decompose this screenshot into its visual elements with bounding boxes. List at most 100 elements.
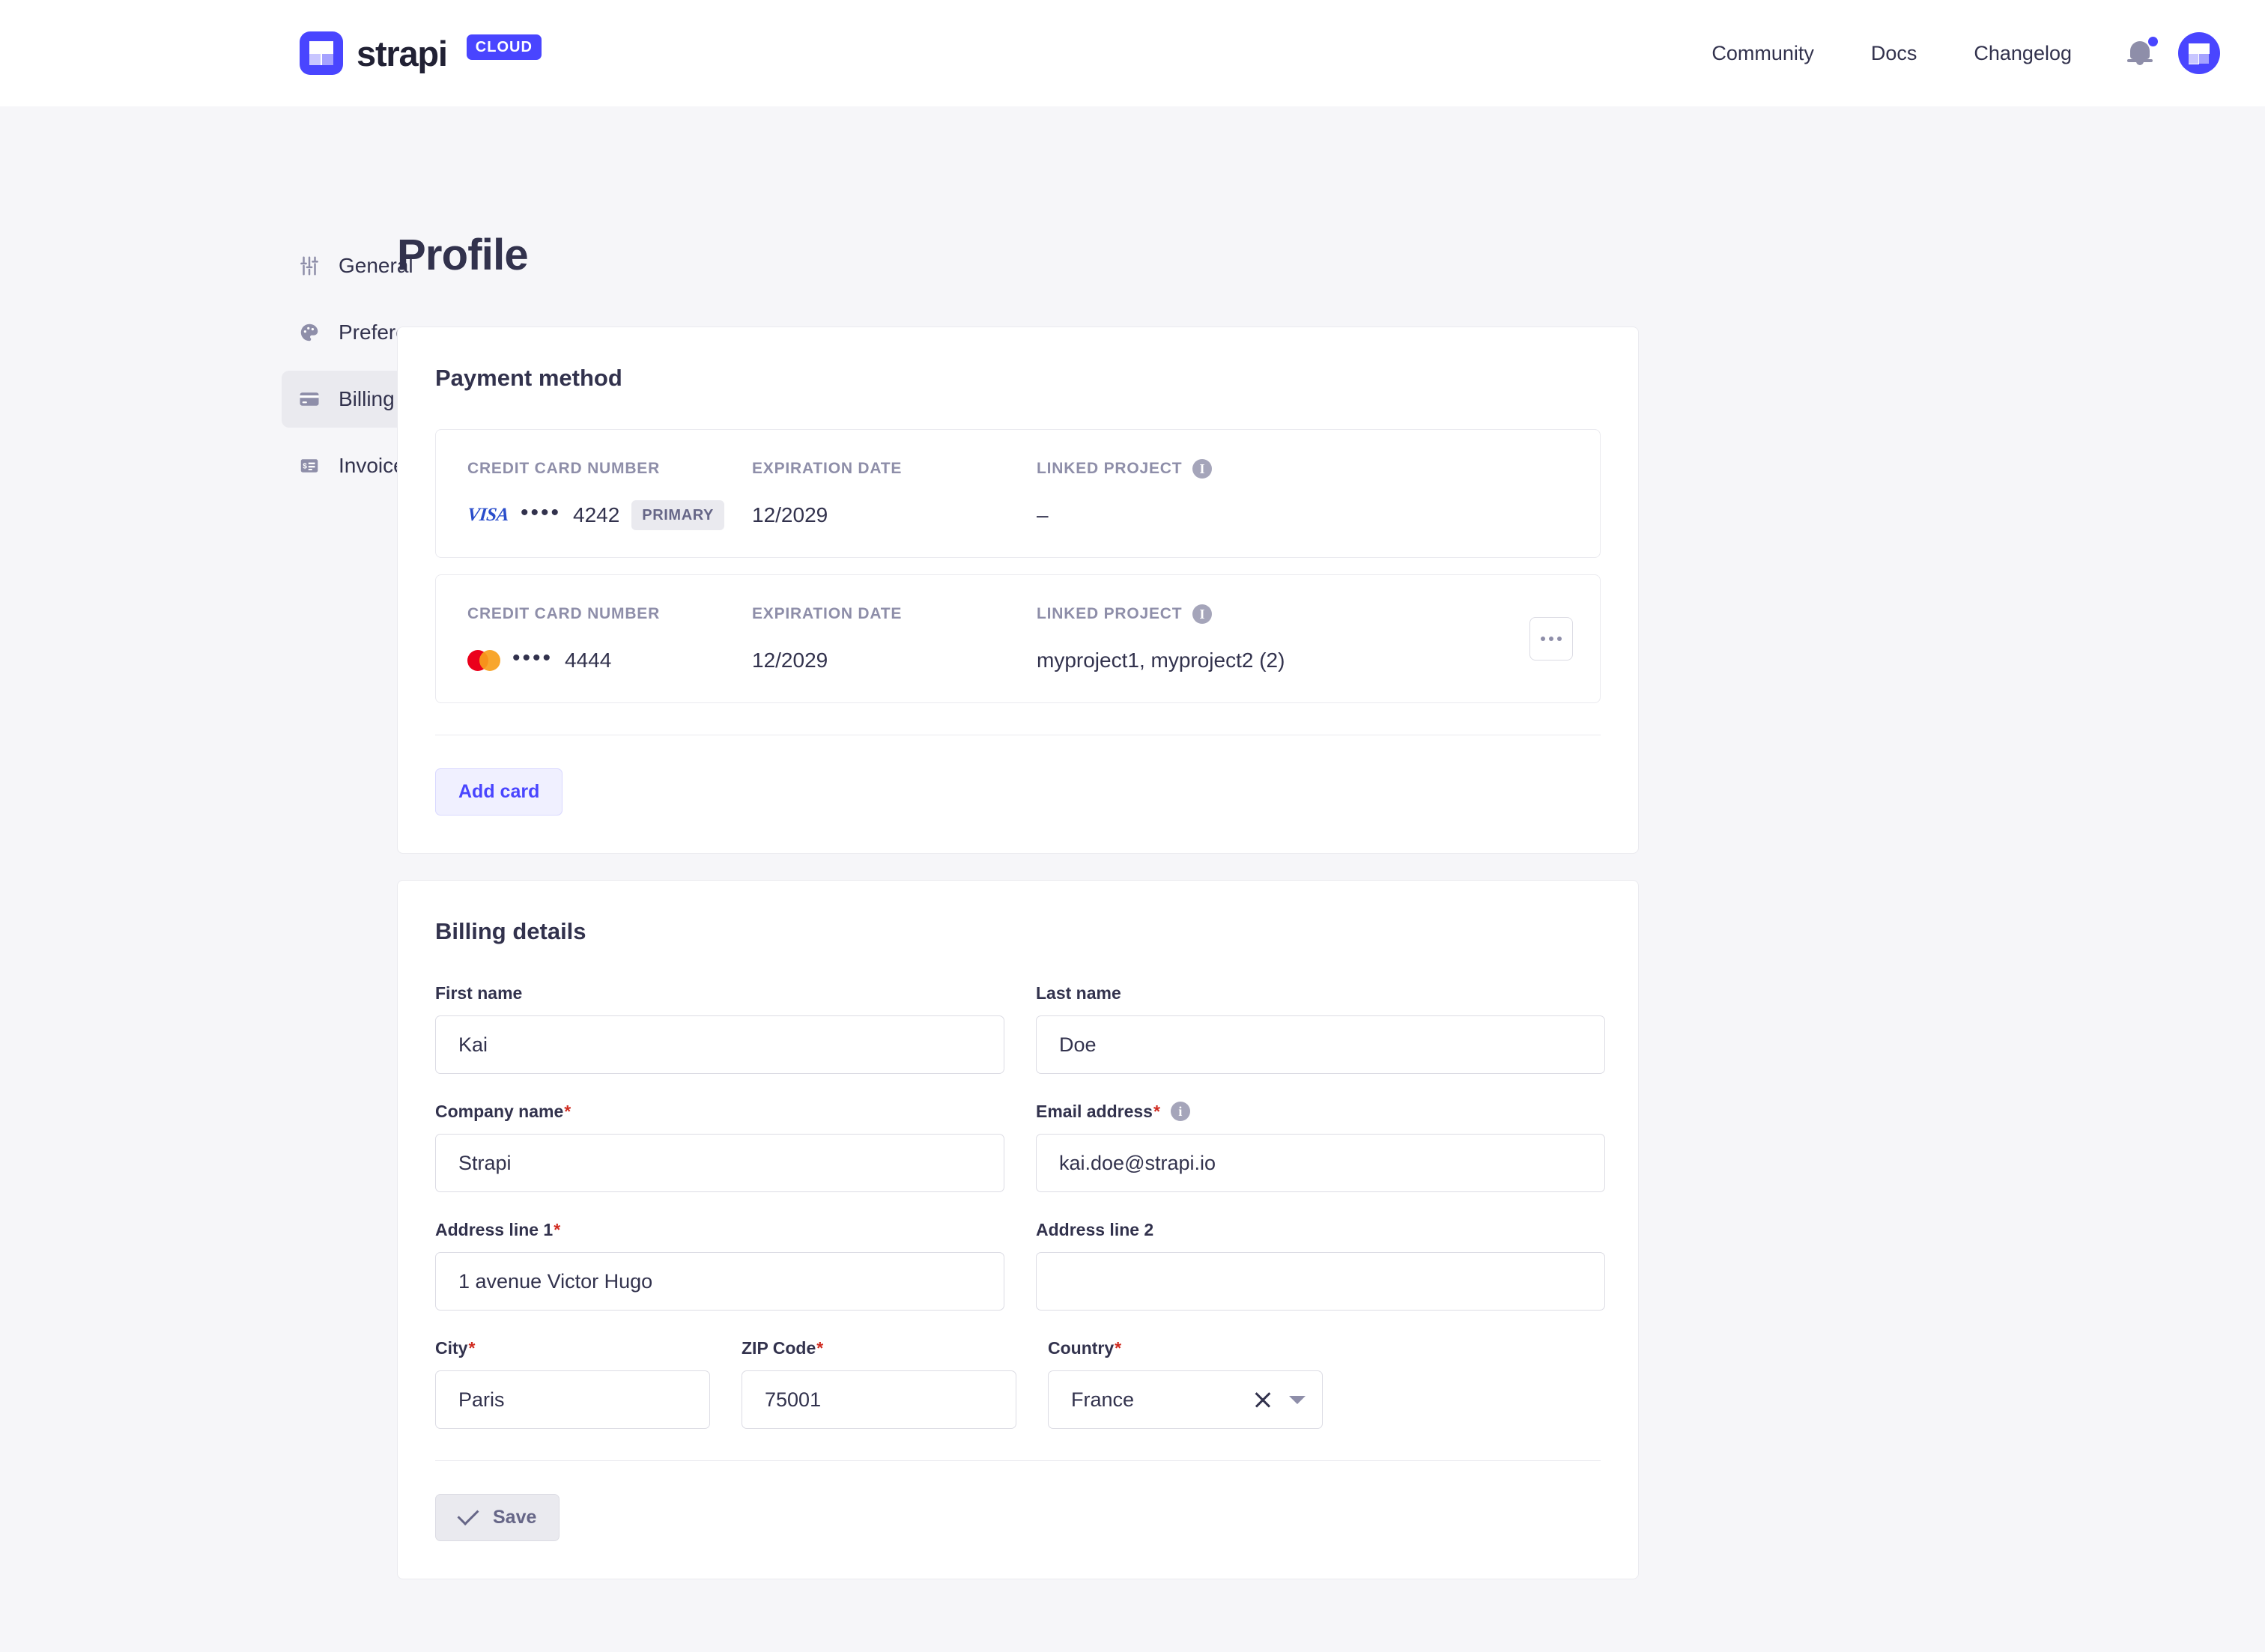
country-select[interactable]: France	[1048, 1370, 1323, 1429]
form-row: Address line 1 * 1 avenue Victor Hugo Add…	[435, 1219, 1605, 1311]
last-name-input[interactable]: Doe	[1036, 1015, 1605, 1074]
receipt-icon: $	[300, 459, 318, 473]
address-line-2-field: Address line 2	[1036, 1219, 1605, 1311]
linked-project-column: LINKED PROJECT i myproject1, myproject2 …	[1037, 604, 1568, 677]
required-marker: *	[1115, 1337, 1122, 1358]
credit-card-icon	[300, 392, 319, 406]
linked-project-header: LINKED PROJECT i	[1037, 604, 1568, 625]
payment-card-row[interactable]: CREDIT CARD NUMBER VISA •••• 4242 PRIMAR…	[435, 429, 1601, 558]
mastercard-logo-icon	[467, 650, 500, 671]
card-last4: 4444	[565, 649, 612, 672]
expiration-column: EXPIRATION DATE 12/2029	[752, 604, 1037, 677]
email-address-field: Email address * i kai.doe@strapi.io	[1036, 1101, 1605, 1192]
address-line-1-label: Address line 1 *	[435, 1219, 561, 1239]
required-marker: *	[564, 1101, 571, 1121]
billing-details-title: Billing details	[435, 918, 586, 944]
card-number-column: CREDIT CARD NUMBER VISA •••• 4242 PRIMAR…	[467, 458, 752, 532]
svg-text:$: $	[303, 462, 307, 470]
zip-code-input[interactable]: 75001	[742, 1370, 1016, 1429]
first-name-label: First name	[435, 983, 523, 1003]
nav-link-docs[interactable]: Docs	[1843, 42, 1946, 65]
zip-code-label: ZIP Code *	[742, 1337, 824, 1358]
address-line-1-input[interactable]: 1 avenue Victor Hugo	[435, 1252, 1004, 1311]
linked-project-column: LINKED PROJECT i –	[1037, 458, 1568, 532]
company-name-field: Company name * Strapi	[435, 1101, 1004, 1192]
info-icon[interactable]: i	[1170, 1102, 1190, 1121]
nav-link-community[interactable]: Community	[1683, 42, 1843, 65]
save-button[interactable]: Save	[435, 1494, 560, 1541]
palette-icon	[300, 324, 318, 341]
save-button-label: Save	[493, 1507, 537, 1528]
top-bar: strapi CLOUD Community Docs Changelog	[0, 0, 2265, 106]
sliders-icon	[300, 256, 318, 276]
country-select-actions	[1253, 1390, 1306, 1409]
strapi-logo-icon	[300, 31, 343, 75]
settings-sidebar: General Preferences Billing $ Invoices	[0, 106, 679, 504]
form-row: First name Kai Last name Doe	[435, 983, 1605, 1074]
required-marker: *	[1153, 1101, 1160, 1121]
form-spacer	[1354, 1337, 1601, 1429]
status-badge: PRIMARY	[631, 500, 724, 530]
expiration-value: 12/2029	[752, 503, 828, 526]
email-address-label: Email address * i	[1036, 1101, 1605, 1122]
card-number-value: VISA •••• 4242 PRIMARY	[467, 499, 752, 532]
notification-dot	[2148, 37, 2158, 46]
card-mask: ••••	[520, 500, 561, 525]
main-content: Profile Payment method CREDIT CARD NUMBE…	[397, 106, 1670, 1606]
required-marker: *	[468, 1337, 476, 1358]
bell-icon[interactable]	[2127, 37, 2159, 70]
page-title: Profile	[397, 231, 529, 279]
payment-card-row[interactable]: CREDIT CARD NUMBER •••• 4444 EXPIRATION …	[435, 574, 1601, 703]
avatar[interactable]	[2178, 32, 2220, 74]
kebab-menu-icon[interactable]	[1529, 617, 1573, 661]
clear-icon[interactable]	[1253, 1390, 1273, 1409]
country-field: Country * France	[1048, 1337, 1323, 1429]
country-selected-value: France	[1071, 1388, 1135, 1411]
first-name-input[interactable]: Kai	[435, 1015, 1004, 1074]
info-icon[interactable]: i	[1192, 459, 1213, 479]
linked-project-value: myproject1, myproject2 (2)	[1037, 649, 1285, 672]
last-name-label: Last name	[1036, 983, 1121, 1003]
card-number-value: •••• 4444	[467, 644, 752, 677]
expiration-header: EXPIRATION DATE	[752, 460, 903, 477]
city-input[interactable]: Paris	[435, 1370, 710, 1429]
page-body: General Preferences Billing $ Invoices P…	[0, 106, 2265, 1606]
address-line-2-label: Address line 2	[1036, 1219, 1154, 1239]
brand-cloud-badge: CLOUD	[466, 34, 542, 60]
form-row: City * Paris ZIP Code * 75001 Country * Fra…	[435, 1337, 1601, 1429]
card-mask: ••••	[512, 646, 554, 670]
company-name-input[interactable]: Strapi	[435, 1134, 1004, 1192]
billing-details-card: Billing details First name Kai Last name…	[397, 880, 1639, 1579]
required-marker: *	[816, 1337, 824, 1358]
country-label: Country *	[1048, 1337, 1122, 1358]
company-name-label: Company name *	[435, 1101, 571, 1121]
brand-logo[interactable]: strapi CLOUD	[300, 31, 542, 75]
payment-method-card: Payment method CREDIT CARD NUMBER VISA •…	[397, 327, 1639, 854]
card-number-header: CREDIT CARD NUMBER	[467, 460, 661, 477]
expiration-column: EXPIRATION DATE 12/2029	[752, 458, 1037, 532]
nav-link-changelog[interactable]: Changelog	[1945, 42, 2100, 65]
card-number-column: CREDIT CARD NUMBER •••• 4444	[467, 604, 752, 677]
required-marker: *	[554, 1219, 561, 1239]
info-icon[interactable]: i	[1192, 604, 1213, 624]
brand-name: strapi	[357, 33, 448, 73]
first-name-field: First name Kai	[435, 983, 1004, 1074]
add-card-button[interactable]: Add card	[435, 768, 563, 816]
city-label: City *	[435, 1337, 476, 1358]
last-name-field: Last name Doe	[1036, 983, 1605, 1074]
email-address-input[interactable]: kai.doe@strapi.io	[1036, 1134, 1605, 1192]
chevron-down-icon[interactable]	[1289, 1395, 1306, 1404]
payment-method-title: Payment method	[435, 365, 622, 391]
card-last4: 4242	[573, 503, 620, 526]
divider	[435, 1460, 1601, 1461]
top-navigation: Community Docs Changelog	[1683, 32, 2220, 74]
card-number-header: CREDIT CARD NUMBER	[467, 605, 661, 622]
linked-project-header: LINKED PROJECT i	[1037, 458, 1568, 479]
visa-logo-icon: VISA	[466, 505, 510, 525]
zip-code-field: ZIP Code * 75001	[742, 1337, 1016, 1429]
address-line-1-field: Address line 1 * 1 avenue Victor Hugo	[435, 1219, 1004, 1311]
city-field: City * Paris	[435, 1337, 710, 1429]
linked-project-value: –	[1037, 503, 1049, 526]
expiration-header: EXPIRATION DATE	[752, 605, 903, 622]
address-line-2-input[interactable]	[1036, 1252, 1605, 1311]
